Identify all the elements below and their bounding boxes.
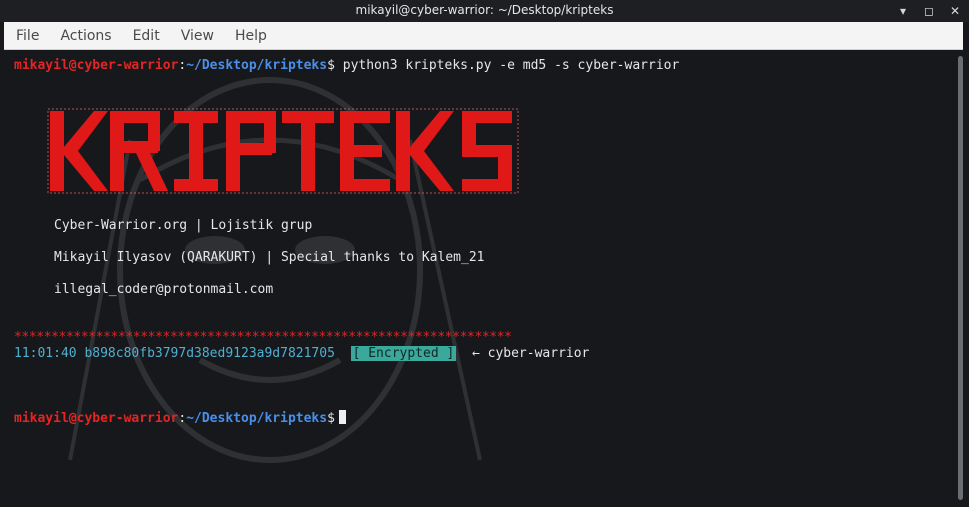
prompt-line: mikayil@cyber-warrior:~/Desktop/kripteks… bbox=[14, 410, 346, 427]
close-icon[interactable]: ✕ bbox=[947, 3, 963, 19]
status-badge: [ Encrypted ] bbox=[350, 346, 457, 361]
prompt-symbol: $ bbox=[327, 411, 335, 426]
terminal-area[interactable]: mikayil@cyber-warrior:~/Desktop/kripteks… bbox=[0, 50, 950, 507]
result-line: 11:01:40 b898c80fb3797d38ed9123a9d782170… bbox=[14, 346, 589, 362]
prompt-user-host: mikayil@cyber-warrior bbox=[14, 58, 179, 73]
result-time: 11:01:40 bbox=[14, 346, 77, 361]
prompt-path: ~/Desktop/kripteks bbox=[186, 58, 328, 73]
kripteks-ascii-banner bbox=[47, 108, 519, 194]
info-line-site: Cyber-Warrior.org | Lojistik grup bbox=[54, 218, 313, 233]
menu-edit[interactable]: Edit bbox=[121, 28, 169, 44]
window-titlebar[interactable]: mikayil@cyber-warrior: ~/Desktop/kriptek… bbox=[0, 0, 969, 22]
menu-help[interactable]: Help bbox=[223, 28, 276, 44]
prompt-path: ~/Desktop/kripteks bbox=[186, 411, 328, 426]
window-title: mikayil@cyber-warrior: ~/Desktop/kriptek… bbox=[355, 3, 614, 17]
menu-file[interactable]: File bbox=[4, 28, 48, 44]
left-arrow-icon: ← bbox=[471, 346, 480, 361]
menu-view[interactable]: View bbox=[169, 28, 223, 44]
menu-actions[interactable]: Actions bbox=[48, 28, 120, 44]
command-line: mikayil@cyber-warrior:~/Desktop/kripteks… bbox=[14, 58, 679, 74]
text-cursor bbox=[338, 410, 346, 424]
command-text: python3 kripteks.py -e md5 -s cyber-warr… bbox=[334, 58, 680, 73]
window-controls: ▾ ◻ ✕ bbox=[895, 3, 963, 19]
maximize-icon[interactable]: ◻ bbox=[921, 3, 937, 19]
minimize-icon[interactable]: ▾ bbox=[895, 3, 911, 19]
result-hash: b898c80fb3797d38ed9123a9d7821705 bbox=[84, 346, 335, 361]
terminal-scrollbar[interactable] bbox=[958, 56, 963, 500]
separator-stars: ****************************************… bbox=[14, 330, 512, 345]
prompt-symbol: $ bbox=[327, 58, 335, 73]
menu-bar: File Actions Edit View Help bbox=[4, 22, 963, 50]
info-line-author: Mikayil Ilyasov (QARAKURT) | Special tha… bbox=[54, 250, 485, 265]
result-input: cyber-warrior bbox=[487, 346, 590, 361]
prompt-user-host: mikayil@cyber-warrior bbox=[14, 411, 179, 426]
info-line-email: illegal_coder@protonmail.com bbox=[54, 282, 274, 297]
